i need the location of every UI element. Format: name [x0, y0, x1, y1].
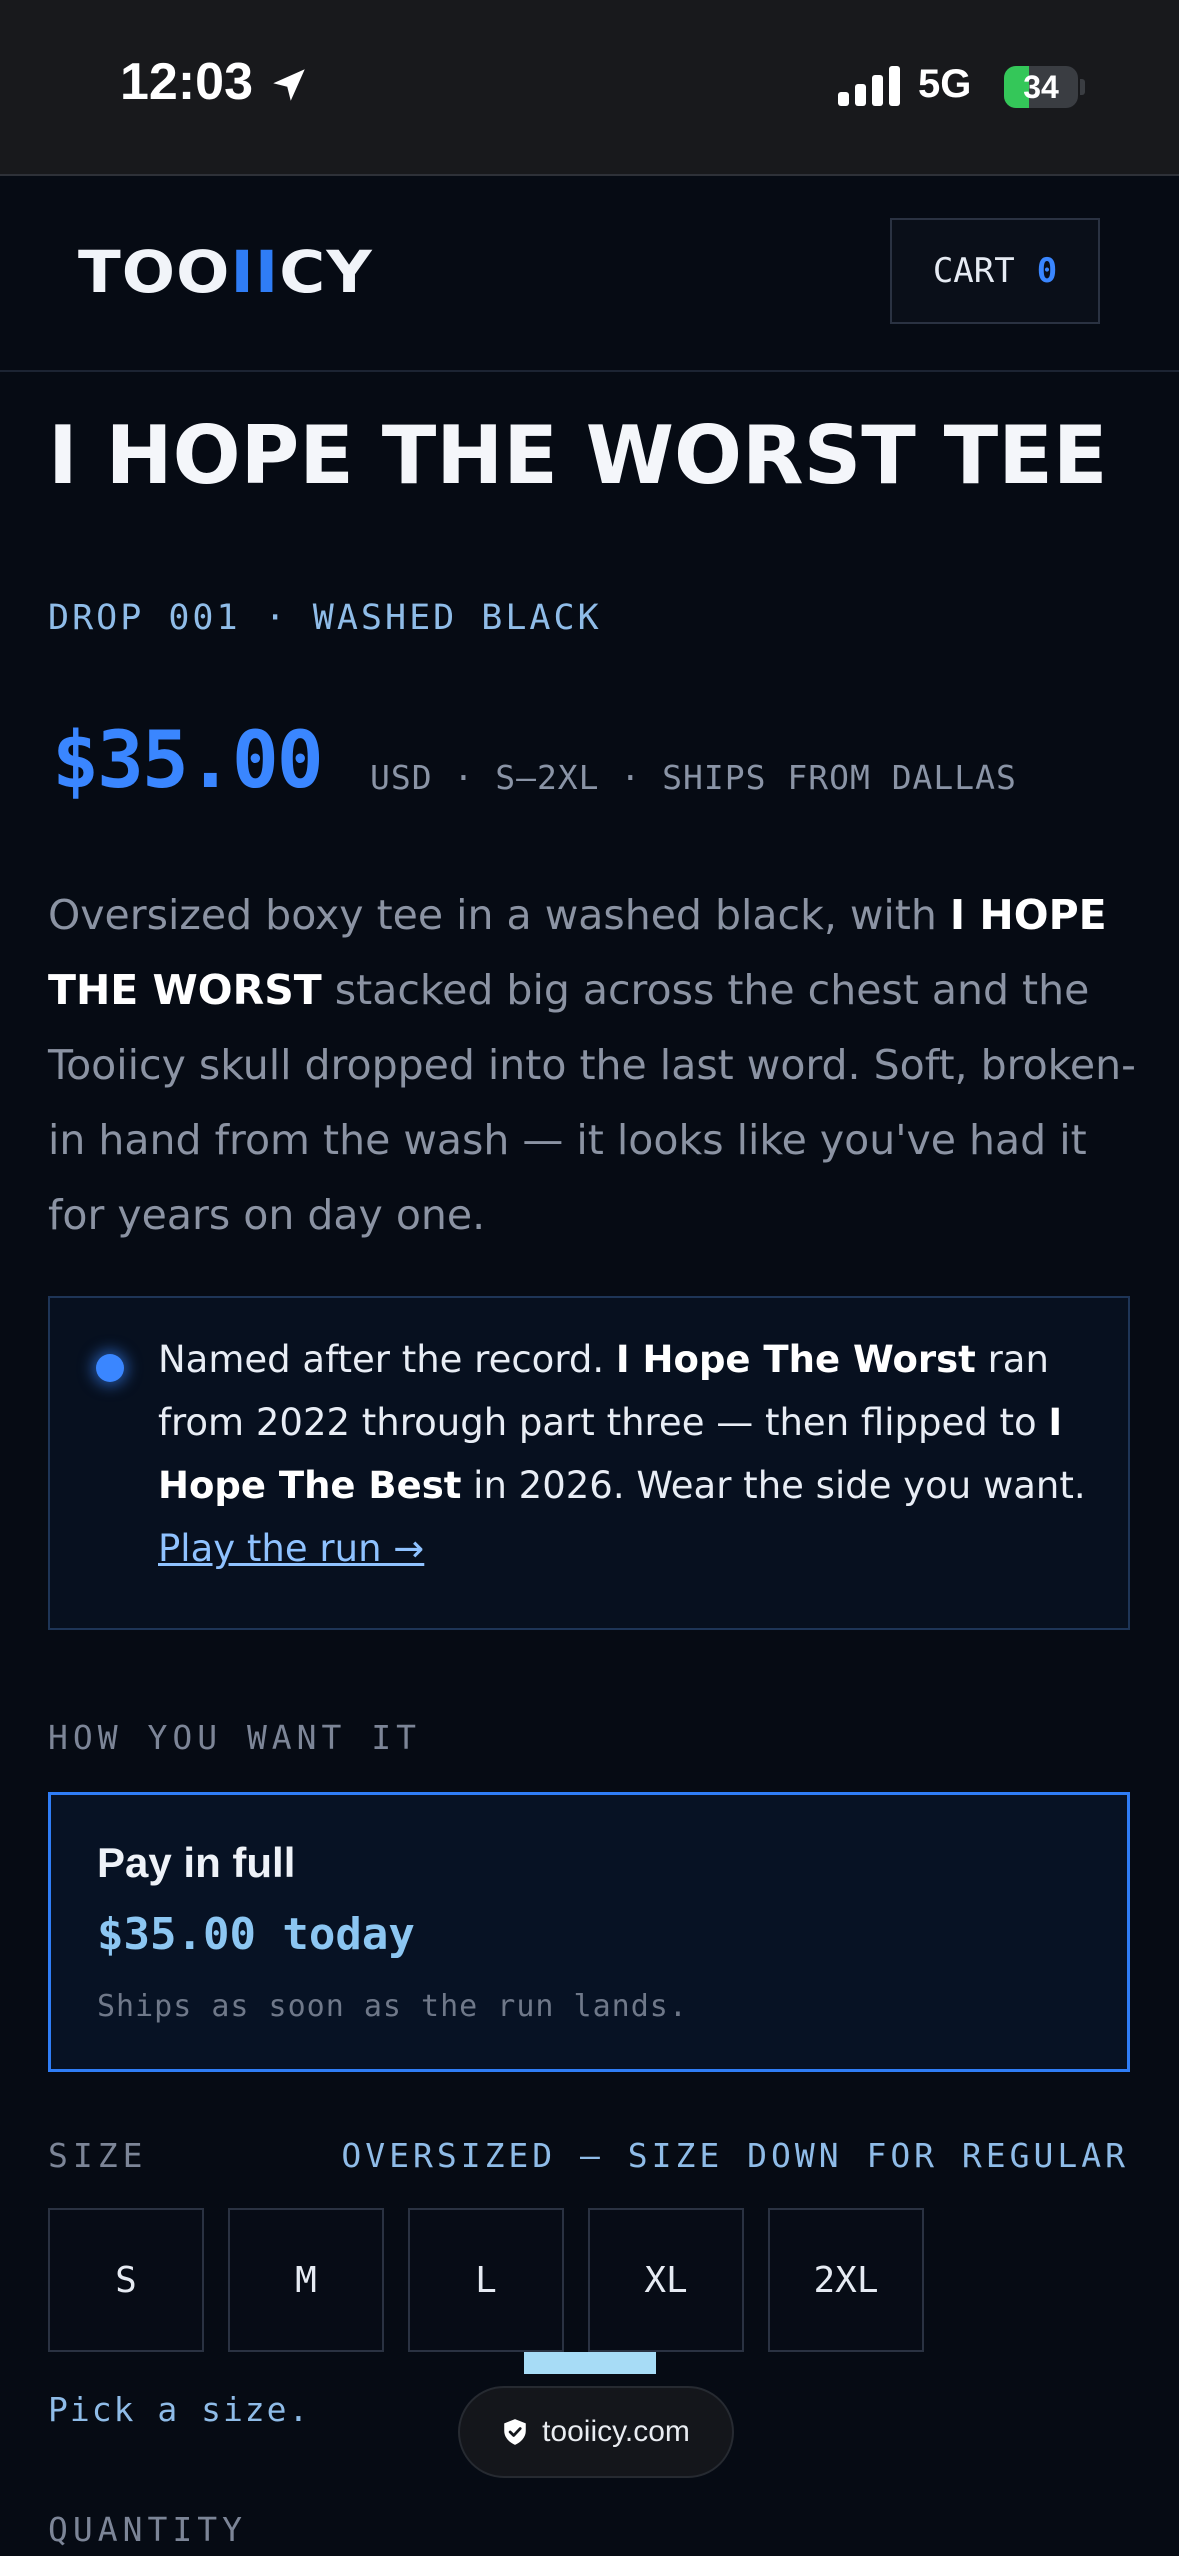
size-hint: OVERSIZED — SIZE DOWN FOR REGULAR: [341, 2136, 1129, 2175]
description-text: Oversized boxy tee in a washed black, wi…: [48, 891, 950, 939]
cellular-signal-icon: [838, 66, 900, 106]
logo-text-end: CY: [279, 238, 373, 306]
callout-highlight: I Hope The Worst: [615, 1338, 976, 1381]
record-callout: Named after the record. I Hope The Worst…: [48, 1296, 1130, 1630]
battery-icon: 34: [1004, 66, 1085, 108]
size-error-message: Pick a size.: [48, 2390, 311, 2429]
size-label: SIZE: [48, 2136, 148, 2175]
option-price: $35.00 today: [97, 1909, 415, 1960]
callout-dot-icon: [96, 1354, 124, 1382]
cart-button[interactable]: CART 0: [890, 218, 1100, 324]
size-option-m[interactable]: M: [228, 2208, 384, 2352]
option-title: Pay in full: [97, 1839, 296, 1886]
location-arrow-icon: [273, 69, 305, 101]
purchase-section-label: HOW YOU WANT IT: [48, 1718, 422, 1757]
callout-text-part: in 2026. Wear the side you want.: [461, 1464, 1086, 1507]
url-text: tooiicy.com: [542, 2415, 690, 2448]
browser-url-pill[interactable]: tooiicy.com: [458, 2386, 734, 2478]
product-price: $35.00: [52, 716, 324, 806]
status-bar: 12:03 5G 34: [0, 0, 1179, 176]
toast-accent-bar: [524, 2352, 656, 2374]
cart-count: 0: [1036, 251, 1058, 291]
size-option-s[interactable]: S: [48, 2208, 204, 2352]
pay-in-full-option[interactable]: Pay in full $35.00 today Ships as soon a…: [48, 1792, 1130, 2072]
callout-text: Named after the record. I Hope The Worst…: [158, 1328, 1108, 1580]
shield-icon: [504, 2419, 526, 2445]
site-header: TOOIICY CART 0: [0, 176, 1179, 372]
quantity-label: QUANTITY: [48, 2510, 247, 2549]
size-option-2xl[interactable]: 2XL: [768, 2208, 924, 2352]
size-option-l[interactable]: L: [408, 2208, 564, 2352]
network-type: 5G: [918, 62, 972, 106]
product-subtitle: DROP 001 · WASHED BLACK: [48, 598, 602, 638]
callout-text-part: Named after the record.: [158, 1338, 616, 1381]
product-description: Oversized boxy tee in a washed black, wi…: [48, 878, 1138, 1253]
battery-percent: 34: [1023, 69, 1059, 105]
logo-text-start: TOO: [78, 238, 231, 306]
site-logo[interactable]: TOOIICY: [78, 238, 373, 306]
status-time: 12:03: [120, 53, 253, 111]
cart-label: CART: [932, 251, 1015, 291]
play-the-run-link[interactable]: Play the run →: [158, 1527, 424, 1570]
logo-text-accent: II: [230, 238, 280, 306]
price-meta: USD · S–2XL · SHIPS FROM DALLAS: [370, 758, 1017, 797]
product-title: I HOPE THE WORST TEE: [48, 409, 1108, 502]
size-option-xl[interactable]: XL: [588, 2208, 744, 2352]
option-note: Ships as soon as the run lands.: [97, 1989, 688, 2024]
